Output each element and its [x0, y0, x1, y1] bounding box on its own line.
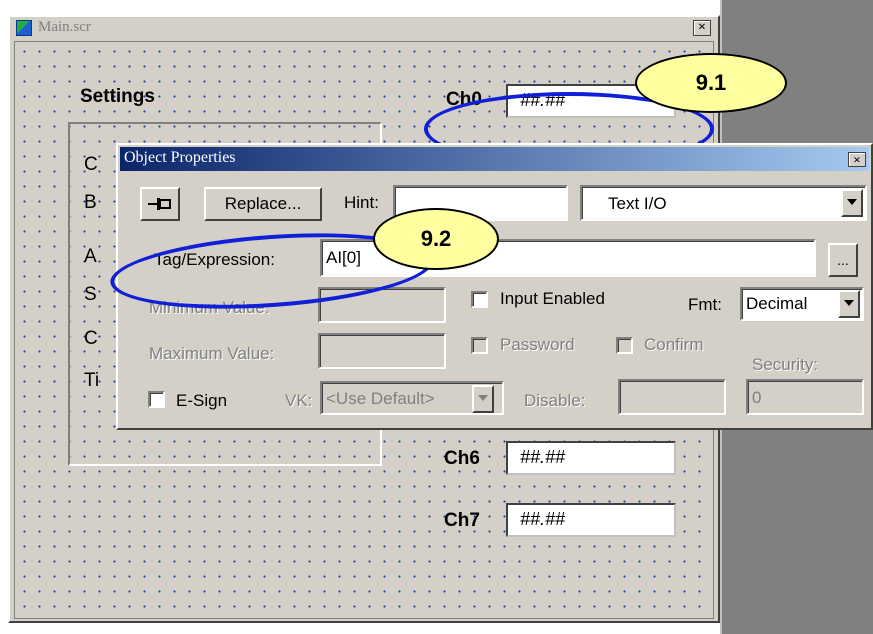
object-type-select[interactable]: Text I/O	[580, 185, 867, 221]
password-label: Password	[500, 335, 575, 354]
format-select[interactable]: Decimal	[740, 287, 864, 321]
confirm-label: Confirm	[644, 335, 704, 354]
ch6-label[interactable]: Ch6	[444, 448, 480, 470]
format-value: Decimal	[746, 294, 808, 313]
close-icon: ×	[698, 20, 706, 35]
dialog-title: Object Properties	[124, 149, 236, 166]
object-type-value: Text I/O	[608, 194, 667, 213]
panel-text-4[interactable]: S	[84, 284, 97, 306]
ch6-field[interactable]: ##.##	[506, 441, 676, 475]
ch7-field[interactable]: ##.##	[506, 503, 676, 537]
password-checkbox[interactable]	[471, 337, 488, 354]
fmt-label: Fmt:	[688, 295, 722, 314]
screen-app-icon	[16, 20, 32, 36]
e-sign-checkbox[interactable]	[148, 391, 165, 408]
confirm-checkbox[interactable]	[616, 337, 633, 354]
maximum-value-input[interactable]	[318, 333, 446, 369]
main-window-titlebar[interactable]: Main.scr ×	[10, 17, 718, 39]
virtual-keyboard-select[interactable]: <Use Default>	[320, 381, 504, 415]
main-window-close-button[interactable]: ×	[693, 20, 711, 36]
maximum-value-label: Maximum Value:	[149, 344, 275, 363]
panel-text-5[interactable]: C	[84, 328, 98, 350]
disable-label: Disable:	[524, 391, 586, 410]
security-input[interactable]: 0	[746, 379, 864, 415]
hint-label: Hint:	[344, 193, 379, 212]
close-icon: ×	[853, 152, 861, 167]
panel-text-3[interactable]: A	[84, 246, 97, 268]
browse-tag-button[interactable]: ...	[828, 243, 858, 277]
security-label: Security:	[752, 355, 819, 374]
replace-button[interactable]: Replace...	[204, 187, 322, 221]
vk-label: VK:	[285, 391, 313, 410]
disable-input[interactable]	[618, 379, 726, 415]
callout-9-2-bubble: 9.2	[373, 208, 499, 270]
input-enabled-checkbox[interactable]	[471, 291, 488, 308]
settings-label[interactable]: Settings	[80, 86, 155, 108]
ch7-label[interactable]: Ch7	[444, 510, 480, 532]
chevron-down-icon[interactable]	[841, 189, 863, 217]
chevron-down-icon[interactable]	[838, 290, 860, 318]
dialog-close-button[interactable]: ×	[848, 152, 866, 167]
main-window-title: Main.scr	[38, 19, 91, 35]
virtual-keyboard-value: <Use Default>	[326, 389, 435, 408]
panel-text-6[interactable]: Ti	[84, 370, 99, 392]
dialog-titlebar[interactable]: Object Properties ×	[120, 147, 869, 171]
panel-text-2[interactable]: B	[84, 192, 97, 214]
pin-button[interactable]	[140, 187, 180, 221]
pin-icon	[148, 198, 171, 210]
callout-9-1-bubble: 9.1	[635, 53, 787, 113]
e-sign-label: E-Sign	[176, 391, 228, 410]
input-enabled-label: Input Enabled	[500, 289, 605, 308]
panel-text-1[interactable]: C	[84, 154, 98, 176]
chevron-down-icon[interactable]	[472, 385, 494, 413]
